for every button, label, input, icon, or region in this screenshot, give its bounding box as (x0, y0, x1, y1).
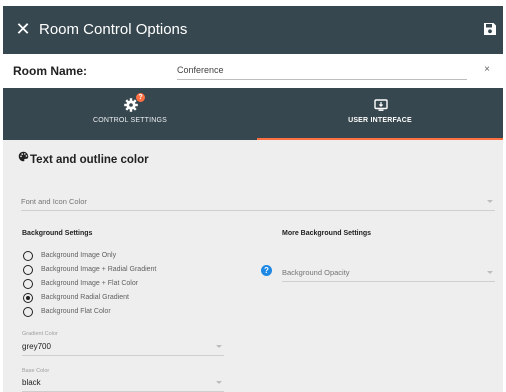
help-badge: ? (136, 93, 145, 102)
room-name-underline (177, 79, 467, 80)
radio-button[interactable] (23, 279, 33, 289)
base-color-select[interactable]: black (22, 376, 224, 392)
room-name-row: Room Name: Conference × (3, 54, 503, 88)
select-value: black (22, 378, 41, 387)
radio-label: Background Image Only (41, 252, 117, 259)
radio-label: Background Image + Flat Color (41, 280, 139, 287)
radio-background-image-flat[interactable]: Background Image + Flat Color (23, 279, 223, 289)
chevron-down-icon (216, 381, 222, 384)
tab-bar: ? CONTROL SETTINGS USER INTERFACE (3, 88, 503, 140)
radio-label: Background Flat Color (41, 308, 111, 315)
section-title: Text and outline color (30, 154, 149, 166)
font-icon-color-select[interactable]: Font and Icon Color (21, 195, 495, 211)
background-settings-heading: Background Settings (22, 230, 93, 237)
gradient-color-label: Gradient Color (22, 331, 58, 337)
base-color-label: Base Color (22, 368, 50, 374)
chevron-down-icon (216, 345, 222, 348)
radio-label: Background Radial Gradient (41, 294, 129, 301)
select-placeholder: Background Opacity (282, 268, 350, 277)
more-background-settings-heading: More Background Settings (282, 230, 372, 237)
select-value: grey700 (22, 342, 51, 351)
radio-button[interactable] (23, 307, 33, 317)
select-placeholder: Font and Icon Color (21, 197, 87, 206)
room-name-label: Room Name: (13, 64, 88, 78)
radio-label: Background Image + Radial Gradient (41, 266, 157, 273)
help-icon[interactable]: ? (261, 265, 272, 276)
tab-control-settings[interactable]: ? CONTROL SETTINGS (3, 88, 257, 140)
background-opacity-select[interactable]: Background Opacity (282, 266, 495, 282)
radio-background-flat-color[interactable]: Background Flat Color (23, 307, 223, 317)
radio-button-selected[interactable] (23, 293, 33, 303)
tab-user-interface[interactable]: USER INTERFACE (257, 88, 503, 140)
gradient-color-select[interactable]: grey700 (22, 340, 224, 356)
radio-button[interactable] (23, 251, 33, 261)
close-icon[interactable]: ✕ (13, 19, 33, 39)
radio-button[interactable] (23, 265, 33, 275)
save-icon[interactable] (483, 22, 497, 36)
radio-background-image-radial[interactable]: Background Image + Radial Gradient (23, 265, 223, 275)
clear-icon[interactable]: × (481, 63, 493, 77)
room-name-input[interactable]: Conference (177, 65, 467, 75)
dialog-header: ✕ Room Control Options (3, 6, 503, 54)
tab-label: CONTROL SETTINGS (92, 117, 168, 124)
radio-background-radial-gradient[interactable]: Background Radial Gradient (23, 293, 223, 303)
room-control-dialog: ✕ Room Control Options Room Name: Confer… (0, 0, 506, 392)
display-icon (374, 99, 388, 111)
chevron-down-icon (487, 271, 493, 274)
radio-background-image-only[interactable]: Background Image Only (23, 251, 223, 261)
tab-label: USER INTERFACE (348, 117, 412, 124)
chevron-down-icon (487, 200, 493, 203)
dialog-title: Room Control Options (39, 21, 188, 38)
